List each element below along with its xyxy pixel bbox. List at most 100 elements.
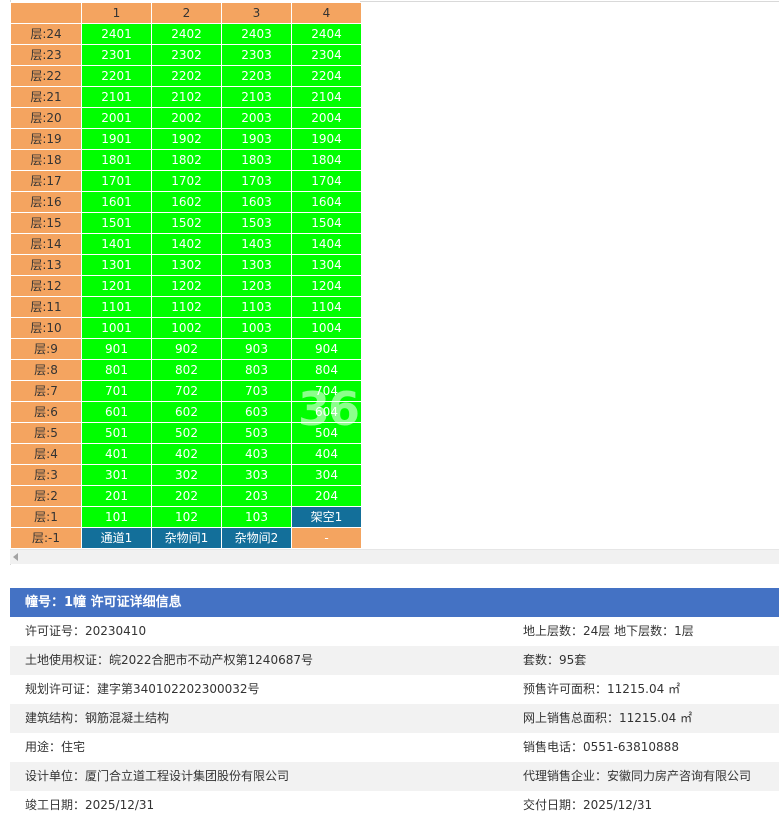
unit-cell[interactable]: 304 xyxy=(291,464,362,486)
unit-cell[interactable]: 703 xyxy=(221,380,292,402)
unit-cell[interactable]: 204 xyxy=(291,485,362,507)
unit-cell[interactable]: 801 xyxy=(81,359,152,381)
unit-cell[interactable]: 1402 xyxy=(151,233,222,255)
unit-cell[interactable]: 902 xyxy=(151,338,222,360)
unit-cell[interactable]: 1502 xyxy=(151,212,222,234)
unit-cell[interactable]: 1901 xyxy=(81,128,152,150)
unit-cell[interactable]: 1503 xyxy=(221,212,292,234)
unit-cell[interactable]: 1303 xyxy=(221,254,292,276)
unit-cell[interactable]: 通道1 xyxy=(81,527,152,549)
unit-cell[interactable]: 401 xyxy=(81,443,152,465)
unit-cell[interactable]: 1203 xyxy=(221,275,292,297)
unit-cell[interactable]: 2303 xyxy=(221,44,292,66)
unit-cell[interactable]: 1004 xyxy=(291,317,362,339)
unit-cell[interactable]: 1003 xyxy=(221,317,292,339)
unit-cell[interactable]: 1904 xyxy=(291,128,362,150)
unit-cell[interactable]: 303 xyxy=(221,464,292,486)
unit-cell[interactable]: 2204 xyxy=(291,65,362,87)
unit-cell[interactable]: 1903 xyxy=(221,128,292,150)
unit-cell[interactable]: 603 xyxy=(221,401,292,423)
horizontal-scrollbar[interactable] xyxy=(10,549,779,564)
unit-cell[interactable]: 102 xyxy=(151,506,222,528)
unit-cell[interactable]: 103 xyxy=(221,506,292,528)
unit-cell[interactable]: 1902 xyxy=(151,128,222,150)
unit-cell[interactable]: 1103 xyxy=(221,296,292,318)
unit-cell[interactable]: 2004 xyxy=(291,107,362,129)
unit-cell[interactable]: 602 xyxy=(151,401,222,423)
unit-cell[interactable]: 1801 xyxy=(81,149,152,171)
scroll-left-icon[interactable] xyxy=(13,553,18,561)
unit-cell[interactable]: 701 xyxy=(81,380,152,402)
unit-cell[interactable]: 2403 xyxy=(221,23,292,45)
unit-cell[interactable]: 1504 xyxy=(291,212,362,234)
unit-cell[interactable]: 2404 xyxy=(291,23,362,45)
unit-cell[interactable]: 2203 xyxy=(221,65,292,87)
unit-cell[interactable]: 501 xyxy=(81,422,152,444)
unit-cell[interactable]: 1604 xyxy=(291,191,362,213)
unit-cell[interactable]: 1501 xyxy=(81,212,152,234)
unit-cell[interactable]: 1202 xyxy=(151,275,222,297)
unit-cell[interactable]: 903 xyxy=(221,338,292,360)
unit-cell[interactable]: 804 xyxy=(291,359,362,381)
unit-cell[interactable]: 1802 xyxy=(151,149,222,171)
unit-cell[interactable]: 201 xyxy=(81,485,152,507)
unit-cell[interactable]: 架空1 xyxy=(291,506,362,528)
unit-cell[interactable]: 1102 xyxy=(151,296,222,318)
unit-cell[interactable]: 1603 xyxy=(221,191,292,213)
unit-cell[interactable]: 402 xyxy=(151,443,222,465)
unit-cell[interactable]: 2302 xyxy=(151,44,222,66)
unit-cell[interactable]: 2101 xyxy=(81,86,152,108)
unit-cell[interactable]: 1403 xyxy=(221,233,292,255)
unit-cell[interactable]: 1804 xyxy=(291,149,362,171)
unit-cell[interactable]: 1601 xyxy=(81,191,152,213)
unit-cell[interactable]: 1702 xyxy=(151,170,222,192)
unit-cell[interactable]: 1304 xyxy=(291,254,362,276)
unit-cell[interactable]: 2003 xyxy=(221,107,292,129)
unit-cell[interactable]: 1204 xyxy=(291,275,362,297)
unit-cell[interactable]: 2304 xyxy=(291,44,362,66)
unit-cell[interactable]: 403 xyxy=(221,443,292,465)
unit-cell[interactable]: 1701 xyxy=(81,170,152,192)
unit-cell[interactable]: 802 xyxy=(151,359,222,381)
unit-cell[interactable]: 601 xyxy=(81,401,152,423)
unit-cell[interactable]: 2402 xyxy=(151,23,222,45)
unit-cell[interactable]: 1401 xyxy=(81,233,152,255)
unit-cell[interactable]: 904 xyxy=(291,338,362,360)
unit-cell[interactable]: - xyxy=(291,527,362,549)
unit-cell[interactable]: 202 xyxy=(151,485,222,507)
unit-cell[interactable]: 2104 xyxy=(291,86,362,108)
unit-cell[interactable]: 1002 xyxy=(151,317,222,339)
unit-cell[interactable]: 1404 xyxy=(291,233,362,255)
unit-cell[interactable]: 2102 xyxy=(151,86,222,108)
unit-cell[interactable]: 302 xyxy=(151,464,222,486)
unit-cell[interactable]: 2202 xyxy=(151,65,222,87)
unit-cell[interactable]: 杂物间1 xyxy=(151,527,222,549)
unit-cell[interactable]: 1803 xyxy=(221,149,292,171)
unit-cell[interactable]: 404 xyxy=(291,443,362,465)
unit-cell[interactable]: 503 xyxy=(221,422,292,444)
unit-cell[interactable]: 1602 xyxy=(151,191,222,213)
unit-cell[interactable]: 2301 xyxy=(81,44,152,66)
unit-cell[interactable]: 803 xyxy=(221,359,292,381)
unit-cell[interactable]: 1302 xyxy=(151,254,222,276)
unit-cell[interactable]: 2201 xyxy=(81,65,152,87)
unit-cell[interactable]: 301 xyxy=(81,464,152,486)
unit-cell[interactable]: 1703 xyxy=(221,170,292,192)
unit-cell[interactable]: 1704 xyxy=(291,170,362,192)
unit-cell[interactable]: 203 xyxy=(221,485,292,507)
unit-cell[interactable]: 杂物间2 xyxy=(221,527,292,549)
unit-cell[interactable]: 901 xyxy=(81,338,152,360)
unit-cell[interactable]: 1301 xyxy=(81,254,152,276)
unit-cell[interactable]: 1001 xyxy=(81,317,152,339)
unit-cell[interactable]: 101 xyxy=(81,506,152,528)
unit-cell[interactable]: 502 xyxy=(151,422,222,444)
unit-cell[interactable]: 1101 xyxy=(81,296,152,318)
unit-cell[interactable]: 1104 xyxy=(291,296,362,318)
floor-label: 层:4 xyxy=(10,443,82,465)
unit-cell[interactable]: 702 xyxy=(151,380,222,402)
unit-cell[interactable]: 1201 xyxy=(81,275,152,297)
unit-cell[interactable]: 2001 xyxy=(81,107,152,129)
unit-cell[interactable]: 2002 xyxy=(151,107,222,129)
unit-cell[interactable]: 2401 xyxy=(81,23,152,45)
unit-cell[interactable]: 2103 xyxy=(221,86,292,108)
